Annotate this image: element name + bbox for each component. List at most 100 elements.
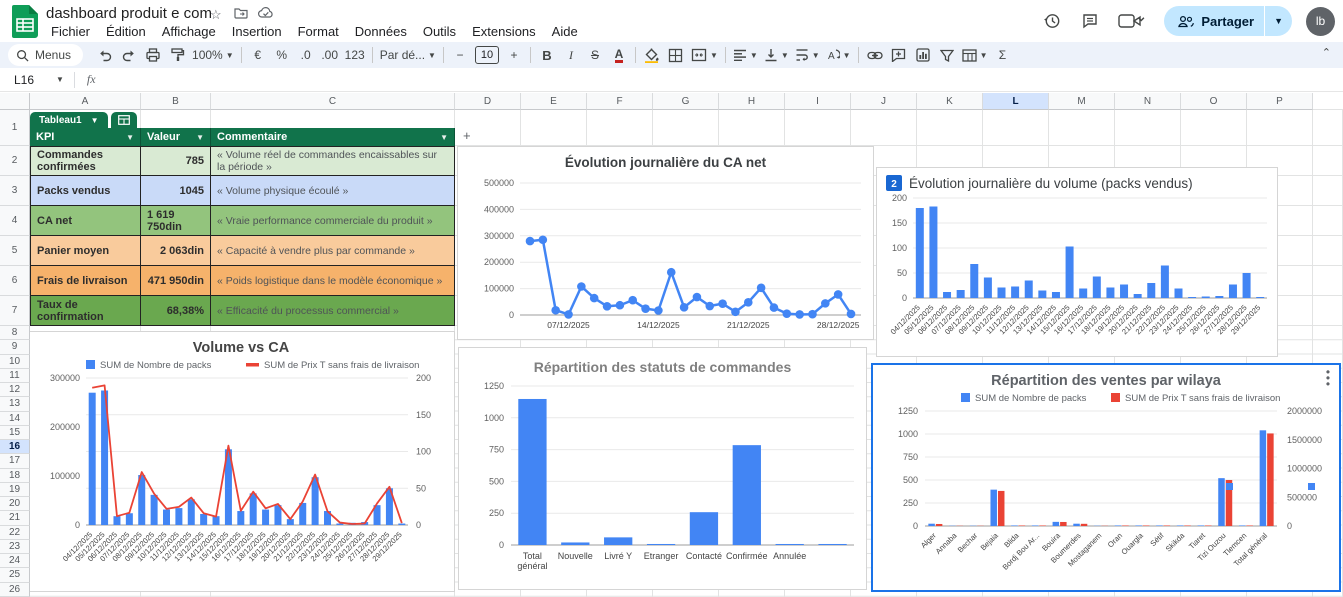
kpi-cell-kval[interactable]: 68,38% bbox=[141, 296, 211, 326]
menu-donnees[interactable]: Données bbox=[348, 23, 414, 40]
menu-extensions[interactable]: Extensions bbox=[465, 23, 543, 40]
insert-comment-icon[interactable] bbox=[887, 44, 911, 66]
share-button[interactable]: Partager ▼ bbox=[1164, 6, 1292, 36]
row-header-20[interactable]: 20 bbox=[0, 497, 30, 511]
name-box[interactable]: L16 bbox=[14, 73, 56, 87]
column-header-E[interactable]: E bbox=[521, 93, 587, 110]
table-grid-chip[interactable] bbox=[111, 112, 137, 128]
move-folder-icon[interactable] bbox=[234, 7, 248, 22]
meet-camera-icon[interactable] bbox=[1116, 9, 1150, 33]
functions-button[interactable]: Σ bbox=[991, 44, 1015, 66]
chart-ca-net[interactable]: Évolution journalière du CA net010000020… bbox=[457, 146, 874, 340]
row-header-26[interactable]: 26 bbox=[0, 583, 30, 597]
chart-ventes-wilaya[interactable]: Répartition des ventes par wilayaSUM de … bbox=[871, 363, 1341, 592]
kpi-cell-kname[interactable]: Commandes confirmées bbox=[30, 146, 141, 176]
font-size-minus[interactable]: − bbox=[448, 44, 472, 66]
row-header-5[interactable]: 5 bbox=[0, 236, 30, 266]
add-column-button[interactable]: + bbox=[459, 128, 475, 143]
table-name-chip[interactable]: Tableau1 ▼ bbox=[30, 112, 108, 128]
kpi-cell-kname[interactable]: Packs vendus bbox=[30, 176, 141, 206]
row-header-16[interactable]: 16 bbox=[0, 440, 30, 454]
column-header-G[interactable]: G bbox=[653, 93, 719, 110]
fill-color-icon[interactable] bbox=[640, 44, 664, 66]
column-header-A[interactable]: A bbox=[30, 93, 141, 110]
row-header-25[interactable]: 25 bbox=[0, 568, 30, 582]
more-formats[interactable]: 123 bbox=[342, 44, 368, 66]
strikethrough-button[interactable]: S bbox=[583, 44, 607, 66]
menu-affichage[interactable]: Affichage bbox=[155, 23, 223, 40]
column-header-F[interactable]: F bbox=[587, 93, 653, 110]
kpi-cell-kname[interactable]: CA net bbox=[30, 206, 141, 236]
row-header-19[interactable]: 19 bbox=[0, 483, 30, 497]
valign-icon[interactable]: ▼ bbox=[761, 44, 792, 66]
format-currency[interactable]: € bbox=[246, 44, 270, 66]
table-views-icon[interactable]: ▼ bbox=[959, 44, 991, 66]
share-dropdown[interactable]: ▼ bbox=[1264, 6, 1292, 36]
zoom-select[interactable]: 100%▼ bbox=[189, 44, 237, 66]
link-icon[interactable] bbox=[863, 44, 887, 66]
italic-button[interactable]: I bbox=[559, 44, 583, 66]
menu-aide[interactable]: Aide bbox=[545, 23, 585, 40]
row-header-3[interactable]: 3 bbox=[0, 176, 30, 206]
text-color-button[interactable]: A bbox=[607, 44, 631, 66]
sheets-logo-icon[interactable] bbox=[12, 5, 38, 38]
kpi-cell-kname[interactable]: Taux de confirmation bbox=[30, 296, 141, 326]
row-header-9[interactable]: 9 bbox=[0, 340, 30, 354]
kpi-cell-kval[interactable]: 785 bbox=[141, 146, 211, 176]
kpi-cell-kval[interactable]: 1045 bbox=[141, 176, 211, 206]
row-header-2[interactable]: 2 bbox=[0, 146, 30, 176]
row-header-15[interactable]: 15 bbox=[0, 426, 30, 440]
column-header-N[interactable]: N bbox=[1115, 93, 1181, 110]
chart-volume-packs[interactable]: 2Évolution journalière du volume (packs … bbox=[876, 167, 1278, 357]
row-header-1[interactable]: 1 bbox=[0, 110, 30, 146]
kpi-cell-kcom[interactable]: « Volume physique écoulé » bbox=[211, 176, 455, 206]
column-header-P[interactable]: P bbox=[1247, 93, 1313, 110]
undo-icon[interactable] bbox=[93, 44, 117, 66]
history-icon[interactable] bbox=[1040, 9, 1064, 33]
row-header-21[interactable]: 21 bbox=[0, 511, 30, 525]
menu-format[interactable]: Format bbox=[291, 23, 346, 40]
filter-icon[interactable] bbox=[935, 44, 959, 66]
column-header-I[interactable]: I bbox=[785, 93, 851, 110]
kpi-cell-kval[interactable]: 471 950din bbox=[141, 266, 211, 296]
column-header-C[interactable]: C bbox=[211, 93, 455, 110]
redo-icon[interactable] bbox=[117, 44, 141, 66]
font-size-plus[interactable]: + bbox=[502, 44, 526, 66]
name-box-caret-icon[interactable]: ▼ bbox=[56, 75, 64, 84]
column-header-M[interactable]: M bbox=[1049, 93, 1115, 110]
menu-insertion[interactable]: Insertion bbox=[225, 23, 289, 40]
menu-edition[interactable]: Édition bbox=[99, 23, 153, 40]
row-header-8[interactable]: 8 bbox=[0, 326, 30, 340]
row-header-22[interactable]: 22 bbox=[0, 526, 30, 540]
document-title[interactable]: dashboard produit e com bbox=[46, 5, 212, 22]
column-header-J[interactable]: J bbox=[851, 93, 917, 110]
search-menus-button[interactable]: Menus bbox=[8, 44, 83, 66]
chart-menu-icon[interactable]: ••• bbox=[1321, 369, 1335, 387]
borders-icon[interactable] bbox=[664, 44, 688, 66]
chart-statuts-commandes[interactable]: Répartition des statuts de commandes0250… bbox=[458, 347, 867, 590]
row-header-14[interactable]: 14 bbox=[0, 412, 30, 426]
comments-icon[interactable] bbox=[1078, 9, 1102, 33]
avatar[interactable]: lb bbox=[1306, 7, 1335, 36]
kpi-cell-kval[interactable]: 1 619 750din bbox=[141, 206, 211, 236]
row-header-6[interactable]: 6 bbox=[0, 266, 30, 296]
paint-format-icon[interactable] bbox=[165, 44, 189, 66]
row-header-18[interactable]: 18 bbox=[0, 469, 30, 483]
increase-decimals[interactable]: .00 bbox=[318, 44, 342, 66]
decrease-decimals[interactable]: .0 bbox=[294, 44, 318, 66]
kpi-cell-kval[interactable]: 2 063din bbox=[141, 236, 211, 266]
wrap-icon[interactable]: ▼ bbox=[792, 44, 823, 66]
kpi-header-commentaire[interactable]: Commentaire▼ bbox=[211, 128, 455, 146]
kpi-cell-kcom[interactable]: « Volume réel de commandes encaissables … bbox=[211, 146, 455, 176]
kpi-cell-kname[interactable]: Panier moyen bbox=[30, 236, 141, 266]
column-header-O[interactable]: O bbox=[1181, 93, 1247, 110]
column-header-K[interactable]: K bbox=[917, 93, 983, 110]
format-percent[interactable]: % bbox=[270, 44, 294, 66]
font-select[interactable]: Par dé...▼ bbox=[377, 44, 439, 66]
merge-cells-icon[interactable]: ▼ bbox=[688, 44, 721, 66]
column-header-L[interactable]: L bbox=[983, 93, 1049, 110]
column-header-H[interactable]: H bbox=[719, 93, 785, 110]
row-header-24[interactable]: 24 bbox=[0, 554, 30, 568]
print-icon[interactable] bbox=[141, 44, 165, 66]
bold-button[interactable]: B bbox=[535, 44, 559, 66]
